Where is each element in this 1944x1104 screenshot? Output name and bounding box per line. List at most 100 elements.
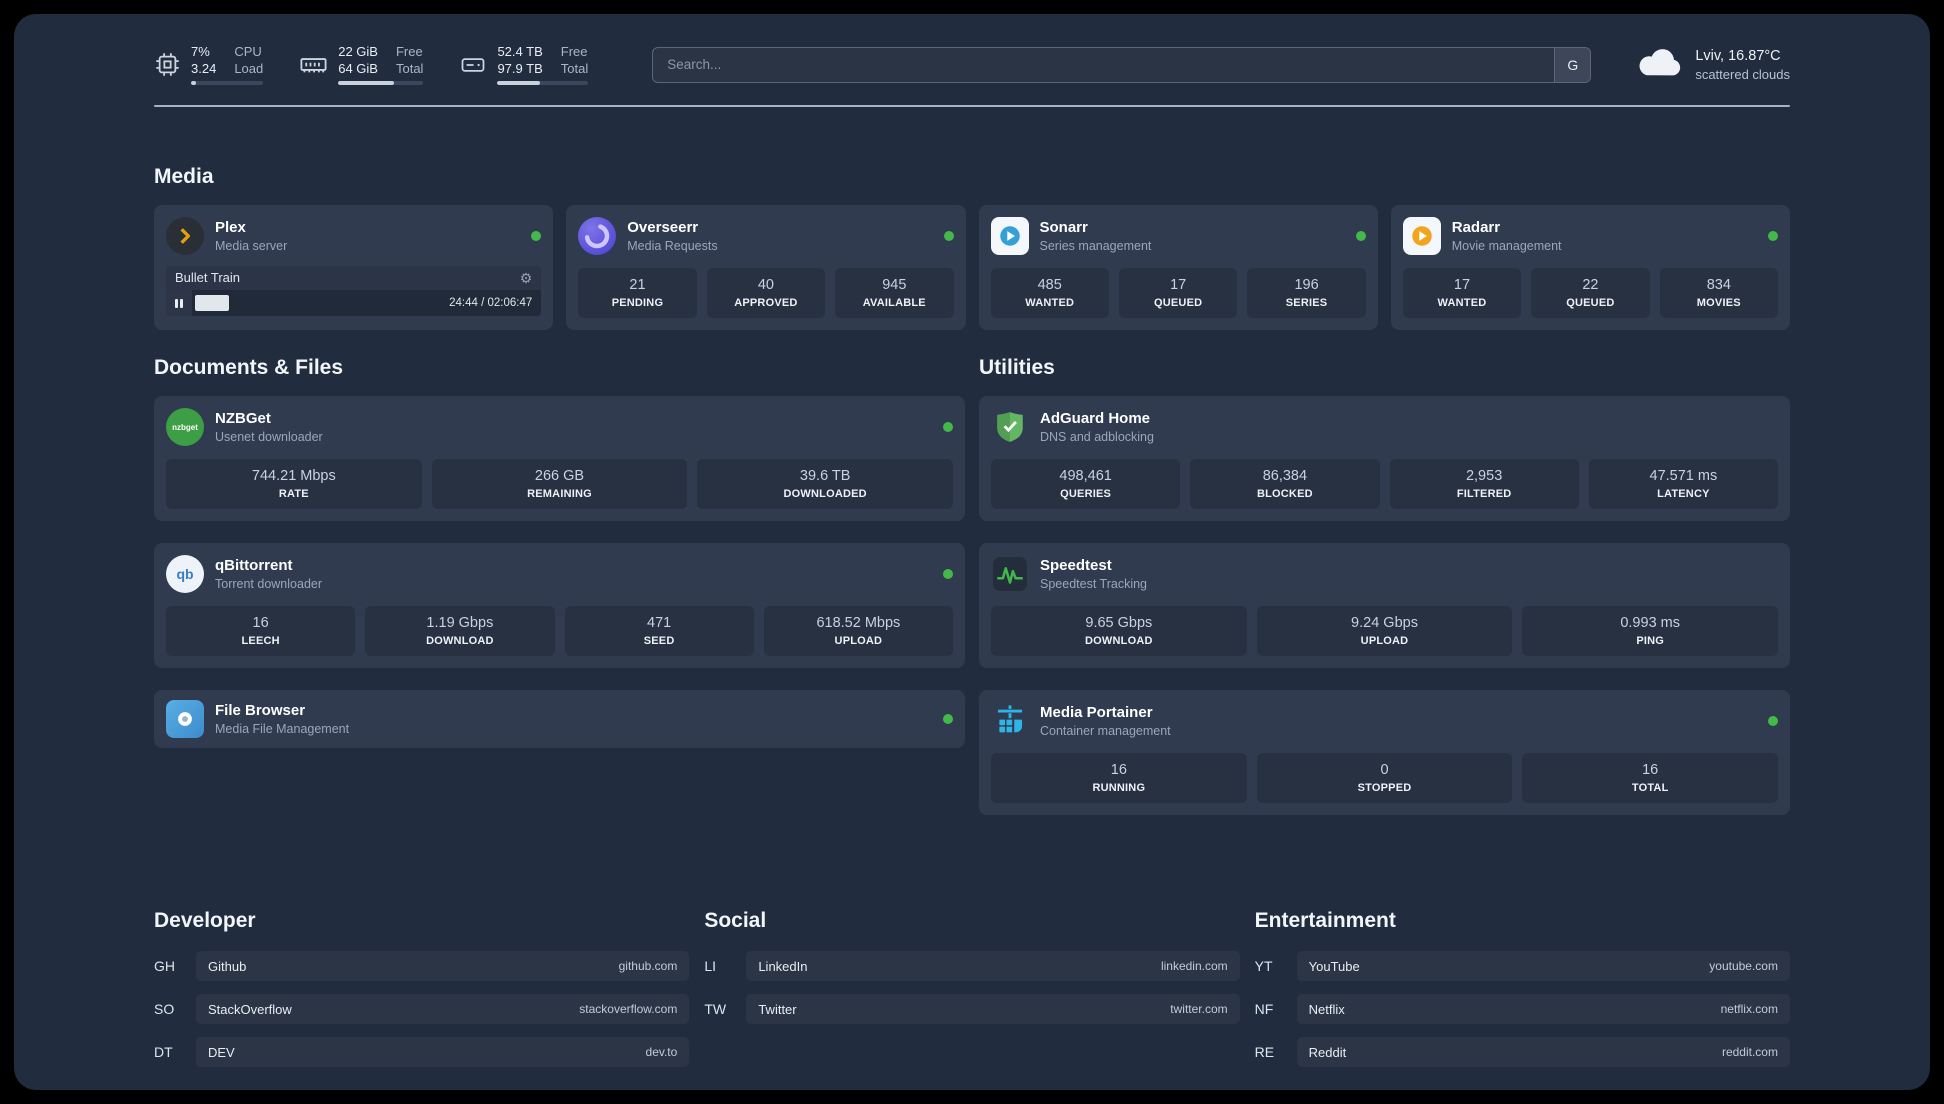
bookmark-url: linkedin.com	[1160, 959, 1228, 973]
overseerr-stats: 21 PENDING 40 APPROVED 945 AVAILABLE	[578, 268, 954, 318]
disk-total: 97.9 TB	[497, 61, 543, 76]
status-dot	[943, 231, 954, 241]
disk-total-label: Total	[560, 61, 589, 76]
status-dot	[1768, 716, 1778, 726]
nzbget-card[interactable]: nzbget NZBGet Usenet downloader 744.21 M…	[154, 396, 965, 521]
speedtest-icon	[991, 555, 1029, 593]
stat-label: RUNNING	[1092, 782, 1146, 794]
bookmark-link-twitter[interactable]: Twitter twitter.com	[746, 994, 1240, 1024]
bookmark-link-github[interactable]: Github github.com	[196, 951, 690, 981]
social-title: Social	[704, 909, 767, 932]
bookmark-row: YT YouTube youtube.com	[1255, 951, 1790, 981]
filebrowser-card[interactable]: File Browser Media File Management	[154, 690, 965, 748]
overseerr-icon	[578, 217, 617, 255]
bookmark-abbr: RE	[1254, 1044, 1275, 1060]
plex-card-header: Plex Media server	[166, 217, 542, 255]
cpu-widget: 7% CPU 3.24 Load	[154, 44, 264, 85]
stat-value: 266 GB	[534, 468, 585, 484]
player-settings-gear-icon[interactable]: ⚙	[520, 271, 533, 285]
radarr-card[interactable]: Radarr Movie management 17 WANTED 22 QUE…	[1390, 205, 1790, 330]
bookmark-url: reddit.com	[1721, 1045, 1778, 1059]
status-dot	[943, 714, 953, 724]
plex-card[interactable]: Plex Media server Bullet Train ⚙ 24:44 /…	[154, 205, 554, 330]
portainer-card[interactable]: Media Portainer Container management 16 …	[979, 690, 1790, 815]
stat-label: REMAINING	[527, 488, 592, 500]
stat-label: QUEUED	[1154, 297, 1203, 309]
stat-box: 16 LEECH	[166, 606, 356, 656]
utilities-section: Utilities AdGuard Home DNS and adblockin…	[979, 356, 1790, 837]
cpu-label: CPU	[234, 44, 262, 59]
stat-label: WANTED	[1025, 297, 1075, 309]
stat-label: AVAILABLE	[862, 297, 926, 309]
bookmark-link-stackoverflow[interactable]: StackOverflow stackoverflow.com	[196, 994, 690, 1024]
player-progress-fill	[195, 295, 229, 311]
stat-value: 485	[1037, 277, 1062, 293]
radarr-icon	[1402, 217, 1441, 255]
bookmark-abbr: GH	[154, 958, 175, 974]
bookmark-link-reddit[interactable]: Reddit reddit.com	[1296, 1037, 1790, 1067]
pause-button[interactable]	[166, 290, 192, 316]
social-bookmarks: Social LI LinkedIn linkedin.com TW Twitt…	[704, 909, 1240, 1080]
app-name: AdGuard Home	[1040, 410, 1151, 427]
stat-value: 945	[882, 277, 907, 293]
stat-value: 744.21 Mbps	[251, 468, 336, 484]
adguard-icon	[991, 408, 1029, 446]
stat-value: 9.24 Gbps	[1351, 615, 1418, 631]
bookmark-url: youtube.com	[1709, 959, 1778, 973]
player-time: 24:44 / 02:06:47	[449, 297, 533, 309]
stat-box: 196 SERIES	[1247, 268, 1366, 318]
app-name: Overseerr	[627, 219, 699, 236]
qbittorrent-card[interactable]: qb qBittorrent Torrent downloader 16 LEE…	[154, 543, 965, 668]
bookmark-url: dev.to	[645, 1045, 678, 1059]
stat-value: 86,384	[1262, 468, 1308, 484]
bookmark-abbr: DT	[154, 1044, 173, 1060]
stat-box: 16 RUNNING	[991, 753, 1247, 803]
status-dot	[943, 422, 953, 432]
portainer-icon	[991, 702, 1029, 740]
stat-box: 0.993 ms PING	[1522, 606, 1779, 656]
bookmark-link-dev[interactable]: DEV dev.to	[196, 1037, 690, 1067]
disk-free-label: Free	[560, 44, 588, 59]
search-input[interactable]	[653, 47, 1555, 82]
stat-box: 21 PENDING	[578, 268, 697, 318]
stat-value: 40	[757, 277, 774, 293]
stat-label: FILTERED	[1456, 488, 1512, 500]
stat-label: BLOCKED	[1256, 488, 1313, 500]
ram-progress-bar	[338, 81, 424, 85]
stat-value: 2,953	[1465, 468, 1503, 484]
bookmark-link-linkedin[interactable]: LinkedIn linkedin.com	[746, 951, 1240, 981]
ram-free-label: Free	[395, 44, 423, 59]
stat-label: LATENCY	[1657, 488, 1710, 500]
stat-value: 16	[1110, 762, 1127, 778]
bookmark-row: NF Netflix netflix.com	[1255, 994, 1790, 1024]
bookmark-link-youtube[interactable]: YouTube youtube.com	[1296, 951, 1790, 981]
utilities-section-title: Utilities	[979, 356, 1055, 379]
overseerr-card[interactable]: Overseerr Media Requests 21 PENDING 40 A…	[566, 205, 966, 330]
stat-box: 1.19 Gbps DOWNLOAD	[365, 606, 555, 656]
stat-box: 86,384 BLOCKED	[1190, 459, 1380, 509]
entertainment-bookmarks: Entertainment YT YouTube youtube.com NF …	[1255, 909, 1790, 1080]
stat-label: TOTAL	[1631, 782, 1669, 794]
stat-box: 2,953 FILTERED	[1389, 459, 1579, 509]
stat-box: 266 GB REMAINING	[431, 459, 688, 509]
speedtest-card[interactable]: Speedtest Speedtest Tracking 9.65 Gbps D…	[979, 543, 1790, 668]
app-subtitle: Movie management	[1451, 239, 1562, 253]
adguard-card[interactable]: AdGuard Home DNS and adblocking 498,461 …	[979, 396, 1790, 521]
stat-box: 22 QUEUED	[1531, 268, 1650, 318]
cpu-icon	[154, 51, 181, 78]
documents-section-title: Documents & Files	[154, 356, 344, 379]
weather-widget: Lviv, 16.87°C scattered clouds	[1637, 46, 1790, 83]
stat-label: QUEUED	[1566, 297, 1615, 309]
search-engine-button[interactable]: G	[1554, 47, 1591, 82]
status-dot	[943, 569, 953, 579]
bookmark-row: GH Github github.com	[154, 951, 690, 981]
media-section: Media Plex Media server Bullet Train ⚙ 2…	[154, 165, 1790, 330]
bookmark-name: YouTube	[1308, 958, 1360, 974]
sonarr-card[interactable]: Sonarr Series management 485 WANTED 17 Q…	[978, 205, 1378, 330]
status-dot	[531, 231, 542, 241]
app-subtitle: Media File Management	[215, 722, 350, 736]
bookmark-link-netflix[interactable]: Netflix netflix.com	[1296, 994, 1790, 1024]
radarr-stats: 17 WANTED 22 QUEUED 834 MOVIES	[1402, 268, 1779, 318]
disk-progress-bar	[497, 81, 589, 85]
stat-value: 834	[1706, 277, 1731, 293]
